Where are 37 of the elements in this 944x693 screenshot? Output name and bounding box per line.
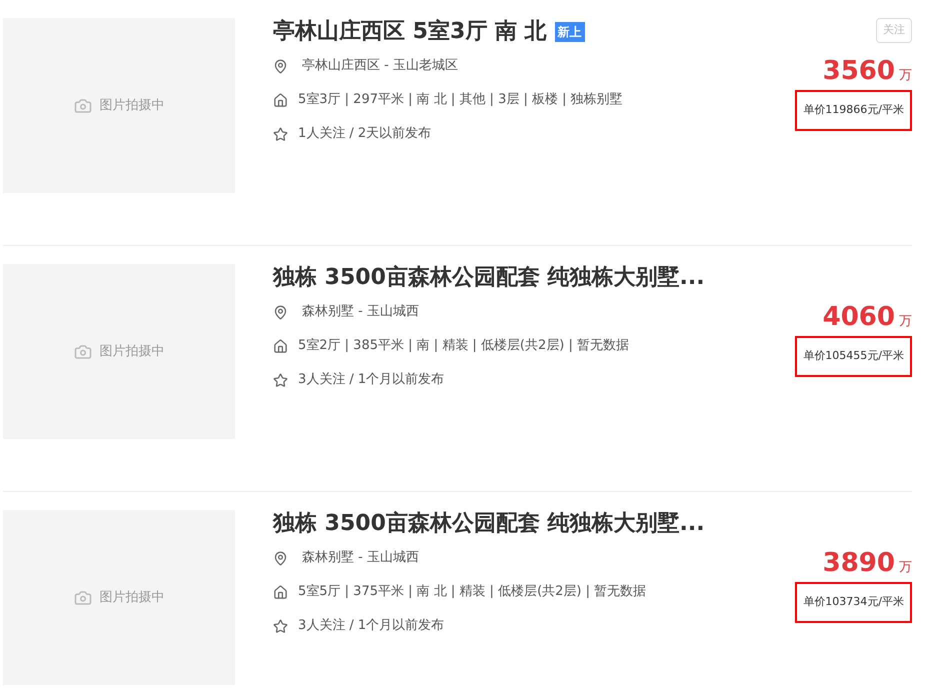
camera-icon [74, 96, 92, 114]
listing-title[interactable]: 独栋 3500亩森林公园配套 纯独栋大别墅... [273, 264, 705, 292]
follow-info: 3人关注 / 1个月以前发布 [298, 617, 444, 636]
total-price: 3890 [822, 548, 895, 578]
camera-icon [74, 588, 92, 606]
unit-price: 单价119866元/平米 [795, 90, 912, 130]
photo-placeholder-text: 图片拍摄中 [100, 96, 164, 115]
unit-price: 单价105455元/平米 [795, 336, 912, 376]
camera-icon [74, 342, 92, 360]
total-price: 3560 [822, 56, 895, 86]
photo-placeholder-text: 图片拍摄中 [100, 342, 164, 361]
location-pin-icon [273, 304, 288, 320]
location-link[interactable]: 森林别墅 - 玉山城西 [302, 548, 419, 568]
house-details: 5室5厅 | 375平米 | 南 北 | 精装 | 低楼层(共2层) | 暂无数据 [298, 583, 646, 602]
location-link[interactable]: 亭林山庄西区 - 玉山老城区 [302, 56, 458, 76]
photo-placeholder-text: 图片拍摄中 [100, 588, 164, 607]
listing-title[interactable]: 亭林山庄西区 5室3厅 南 北 [273, 18, 547, 46]
star-icon [273, 618, 288, 634]
star-icon [273, 372, 288, 388]
price-unit: 万 [899, 313, 912, 331]
location-link[interactable]: 森林别墅 - 玉山城西 [302, 302, 419, 322]
house-details: 5室3厅 | 297平米 | 南 北 | 其他 | 3层 | 板楼 | 独栋别墅 [298, 91, 623, 110]
star-icon [273, 126, 288, 142]
location-pin-icon [273, 58, 288, 74]
price-unit: 万 [899, 559, 912, 577]
follow-info: 1人关注 / 2天以前发布 [298, 125, 432, 144]
unit-price: 单价103734元/平米 [795, 582, 912, 622]
follow-info: 3人关注 / 1个月以前发布 [298, 371, 444, 390]
house-details: 5室2厅 | 385平米 | 南 | 精装 | 低楼层(共2层) | 暂无数据 [298, 337, 629, 356]
listing-title[interactable]: 独栋 3500亩森林公园配套 纯独栋大别墅... [273, 510, 705, 538]
price-unit: 万 [899, 67, 912, 85]
house-icon [273, 92, 288, 108]
location-pin-icon [273, 550, 288, 566]
house-icon [273, 584, 288, 600]
total-price: 4060 [822, 302, 895, 332]
house-icon [273, 338, 288, 354]
new-badge: 新上 [554, 22, 585, 42]
